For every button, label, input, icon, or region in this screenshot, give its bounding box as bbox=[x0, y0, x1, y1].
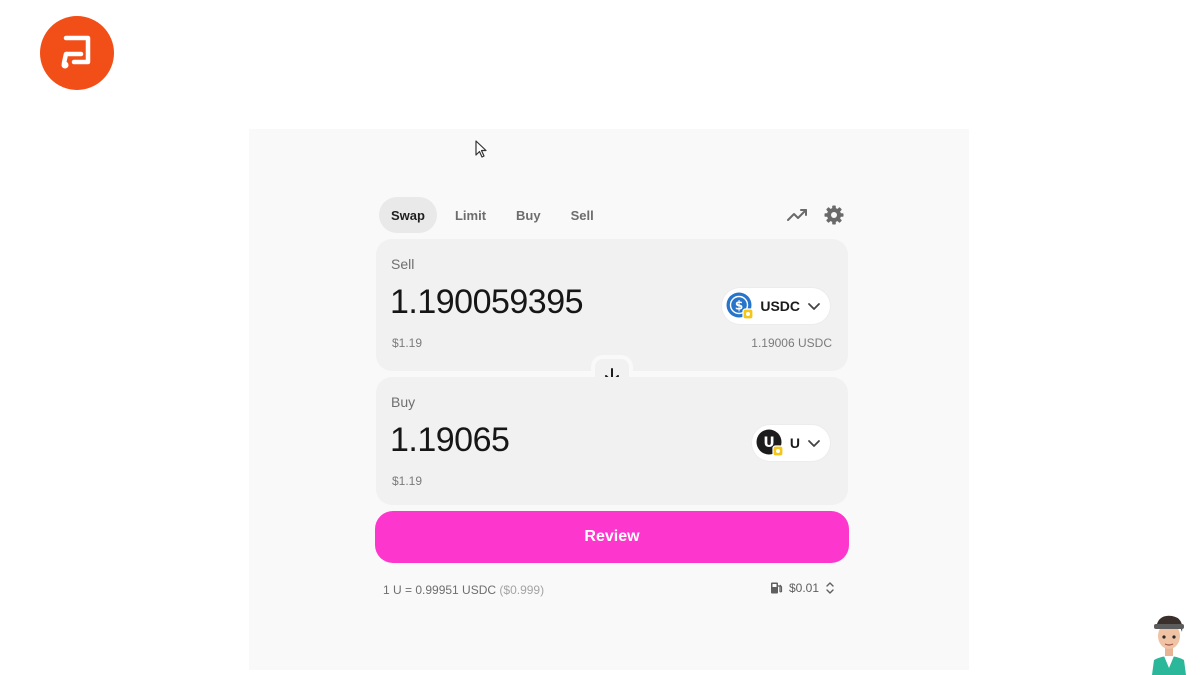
rate-usd: ($0.999) bbox=[499, 583, 545, 597]
chevron-down-icon bbox=[808, 303, 820, 310]
exchange-rate[interactable]: 1 U = 0.99951 USDC ($0.999) bbox=[383, 583, 544, 597]
brand-logo-icon bbox=[61, 35, 91, 69]
buy-token-selector[interactable]: U U bbox=[751, 425, 830, 461]
sell-token-selector[interactable]: $ USDC bbox=[722, 288, 830, 324]
gear-icon[interactable] bbox=[823, 204, 845, 226]
toolbar bbox=[771, 204, 845, 226]
trend-up-icon[interactable] bbox=[786, 204, 808, 226]
network-fee[interactable]: $0.01 bbox=[769, 581, 835, 595]
expand-toggle-icon bbox=[826, 582, 834, 594]
tab-swap[interactable]: Swap bbox=[379, 197, 437, 233]
sell-balance[interactable]: 1.19006 USDC bbox=[751, 336, 832, 350]
buy-label: Buy bbox=[391, 394, 416, 410]
brand-logo bbox=[40, 16, 114, 90]
rate-text: 1 U = 0.99951 USDC bbox=[383, 583, 497, 597]
chevron-down-icon bbox=[808, 440, 820, 447]
buy-usd-value: $1.19 bbox=[392, 474, 423, 488]
tabs-row: Swap Limit Buy Sell bbox=[375, 197, 849, 233]
fee-value: $0.01 bbox=[788, 581, 819, 595]
avatar bbox=[1152, 615, 1186, 675]
usdc-token-icon: $ bbox=[726, 292, 754, 320]
sell-label: Sell bbox=[391, 256, 415, 272]
mouse-cursor-icon bbox=[475, 140, 487, 158]
buy-token-name: U bbox=[789, 435, 800, 451]
sell-token-name: USDC bbox=[760, 298, 800, 314]
tab-sell[interactable]: Sell bbox=[559, 197, 606, 233]
review-button[interactable]: Review bbox=[375, 511, 849, 563]
sell-usd-value: $1.19 bbox=[392, 336, 423, 350]
screen: Swap Limit Buy Sell Sell 1.190059395 $ U… bbox=[0, 0, 1200, 675]
svg-text:$: $ bbox=[735, 299, 743, 313]
gas-pump-icon bbox=[770, 582, 783, 594]
buy-amount-input[interactable]: 1.19065 bbox=[390, 421, 680, 460]
u-token-icon: U bbox=[756, 429, 784, 457]
sell-card: Sell 1.190059395 $ USDC $1.19 1.19006 US… bbox=[376, 239, 848, 371]
tab-limit[interactable]: Limit bbox=[443, 197, 498, 233]
tab-buy[interactable]: Buy bbox=[504, 197, 553, 233]
buy-card: Buy 1.19065 U U $1.19 bbox=[376, 377, 848, 505]
sell-amount-input[interactable]: 1.190059395 bbox=[390, 283, 680, 322]
swap-widget: Swap Limit Buy Sell Sell 1.190059395 $ U… bbox=[375, 197, 849, 597]
